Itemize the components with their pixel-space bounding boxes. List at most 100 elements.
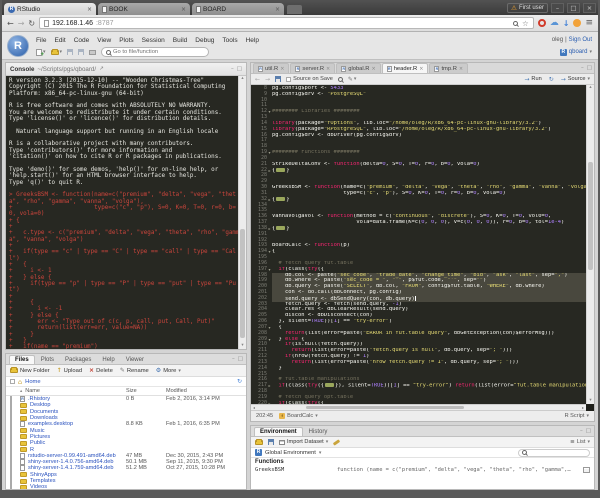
view-function-icon[interactable] xyxy=(583,467,590,473)
file-row[interactable]: rstudio-server-0.99.491-amd64.deb47 MBDe… xyxy=(6,453,246,459)
browser-tab[interactable]: RRStudio× xyxy=(4,3,96,15)
folded-code-pill[interactable] xyxy=(276,226,285,230)
breadcrumb-home[interactable]: Home xyxy=(25,379,40,385)
menu-code[interactable]: Code xyxy=(74,37,90,44)
menu-debug[interactable]: Debug xyxy=(195,37,214,44)
select-all-checkbox[interactable] xyxy=(10,379,15,384)
save-icon[interactable] xyxy=(67,49,73,55)
file-row[interactable]: R.Rhistory0 BFeb 2, 2016, 3:14 PM xyxy=(6,396,246,402)
tab-plots[interactable]: Plots xyxy=(36,356,59,364)
save-file-icon[interactable] xyxy=(275,76,281,82)
file-row[interactable]: shiny-server-1.4.1.759-amd64.deb51.2 MBO… xyxy=(6,465,246,471)
delete-button[interactable]: ×Delete xyxy=(89,367,113,374)
minimize-button[interactable]: – xyxy=(551,3,564,13)
run-button[interactable]: →Run xyxy=(524,76,541,83)
source-button[interactable]: →Source▾ xyxy=(561,76,590,83)
environment-scope[interactable]: Global Environment xyxy=(265,450,316,456)
file-link[interactable]: rstudio-server-0.99.491-amd64.deb xyxy=(28,453,116,459)
refresh-files-icon[interactable]: ↻ xyxy=(237,378,242,385)
file-link[interactable]: Videos xyxy=(30,484,47,489)
back-icon[interactable]: ← xyxy=(7,19,14,28)
environment-search[interactable] xyxy=(518,449,590,457)
file-link[interactable]: ShinyApps xyxy=(30,472,57,478)
folded-code-pill[interactable] xyxy=(276,168,285,172)
reload-icon[interactable]: ↻ xyxy=(28,19,35,28)
nav-back-icon[interactable]: ← xyxy=(255,76,260,83)
menu-session[interactable]: Session xyxy=(142,37,165,44)
column-size[interactable]: Size xyxy=(126,388,166,394)
nav-forward-icon[interactable]: → xyxy=(265,76,270,83)
environment-search-input[interactable] xyxy=(527,450,586,456)
maximize-pane-icon[interactable]: □ xyxy=(586,428,591,434)
file-link[interactable]: .Rhistory xyxy=(28,396,50,402)
upload-button[interactable]: ↑Upload xyxy=(57,367,82,374)
code-editor[interactable]: 8pg.config$port <- 54339pg.config$drv <-… xyxy=(251,85,594,404)
popout-icon[interactable]: ↗ xyxy=(99,66,104,72)
maximize-pane-icon[interactable]: □ xyxy=(238,356,243,362)
file-link[interactable]: Documents xyxy=(30,409,58,415)
project-selector[interactable]: R qboard ▾ xyxy=(560,49,598,56)
bookmark-star-icon[interactable]: ☆ xyxy=(522,19,529,28)
rename-button[interactable]: ✎Rename xyxy=(120,367,149,374)
source-tab[interactable]: Rglobal.R× xyxy=(336,63,380,73)
import-dataset-button[interactable]: Import Dataset▾ xyxy=(279,439,328,445)
home-icon[interactable]: ⌂ xyxy=(18,378,22,386)
file-type-selector[interactable]: R Script▾ xyxy=(565,413,589,419)
file-link[interactable]: shiny-server-1.4.1.759-amd64.deb xyxy=(28,465,114,471)
list-view-selector[interactable]: ≡List▾ xyxy=(570,439,590,445)
browser-menu-icon[interactable]: ≡ xyxy=(585,18,593,28)
goto-file-input[interactable] xyxy=(113,49,204,55)
file-row[interactable]: examples.desktop8.8 KBFeb 1, 2016, 6:35 … xyxy=(6,421,246,427)
file-link[interactable]: shiny-server-1.4.0.756-amd64.deb xyxy=(28,459,114,465)
open-file-button[interactable]: ▾ xyxy=(51,49,63,55)
scroll-up-icon[interactable]: ▴ xyxy=(239,76,246,82)
tab-packages[interactable]: Packages xyxy=(60,356,96,364)
menu-edit[interactable]: Edit xyxy=(54,37,65,44)
scroll-up-icon[interactable]: ▴ xyxy=(587,85,594,91)
file-link[interactable]: Pictures xyxy=(30,434,50,440)
file-link[interactable]: examples.desktop xyxy=(28,421,73,427)
tab-files[interactable]: Files xyxy=(9,355,35,364)
console-body[interactable]: R version 3.2.3 (2015-12-10) -- "Wooden … xyxy=(6,76,246,349)
file-link[interactable]: Templates xyxy=(30,478,56,484)
file-link[interactable]: Music xyxy=(30,428,45,434)
console-scrollbar[interactable]: ▴ ▾ xyxy=(238,76,246,349)
tab-close-icon[interactable]: × xyxy=(326,66,330,72)
load-workspace-icon[interactable] xyxy=(255,440,263,445)
browser-tab[interactable]: BOOK× xyxy=(98,3,190,15)
tab-environment[interactable]: Environment xyxy=(254,427,303,436)
source-tab[interactable]: Rserver.R× xyxy=(290,63,335,73)
column-modified[interactable]: Modified xyxy=(166,388,246,394)
tab-close-icon[interactable]: × xyxy=(181,6,186,13)
maximize-pane-icon[interactable]: □ xyxy=(587,65,592,71)
h-scrollbar-thumb[interactable] xyxy=(306,406,464,409)
editor-h-scrollbar[interactable]: ◂ ▸ xyxy=(251,404,594,410)
new-folder-button[interactable]: New Folder xyxy=(10,368,50,374)
new-file-button[interactable]: ▾ xyxy=(36,49,46,56)
source-on-save-checkbox[interactable] xyxy=(286,77,291,82)
file-row[interactable]: shiny-server-1.4.0.756-amd64.deb50.1 MBS… xyxy=(6,459,246,465)
source-on-save[interactable]: Source on Save xyxy=(286,76,333,82)
menu-build[interactable]: Build xyxy=(173,37,187,44)
function-scope-selector[interactable]: fBoardCalc▾ xyxy=(279,413,318,419)
sign-out-link[interactable]: Sign Out xyxy=(569,37,592,43)
first-user-badge[interactable]: ⚠First user xyxy=(507,3,548,13)
menu-file[interactable]: File xyxy=(36,37,46,44)
minimize-pane-icon[interactable]: – xyxy=(580,428,583,434)
column-name[interactable]: Name xyxy=(25,388,40,394)
maximize-pane-icon[interactable]: □ xyxy=(237,66,242,72)
file-link[interactable]: Desktop xyxy=(30,402,51,408)
source-tab[interactable]: Rheader.R× xyxy=(382,63,429,73)
file-row[interactable]: Videos xyxy=(6,484,246,489)
tab-close-icon[interactable]: × xyxy=(280,66,284,72)
environment-item[interactable]: GreeksBSMfunction (name = c("premium", "… xyxy=(251,466,594,474)
minimize-pane-icon[interactable]: – xyxy=(581,65,584,71)
rerun-icon[interactable]: ↻ xyxy=(549,76,554,83)
more-button[interactable]: ⚙More▾ xyxy=(156,367,181,374)
tab-help[interactable]: Help xyxy=(97,356,119,364)
save-workspace-icon[interactable] xyxy=(268,439,274,445)
code-tools-button[interactable]: ✎▾ xyxy=(348,76,357,83)
scroll-right-icon[interactable]: ▸ xyxy=(582,405,584,410)
editor-scrollbar[interactable]: ▴ ▾ xyxy=(586,85,594,404)
folded-code-pill[interactable] xyxy=(325,383,334,387)
